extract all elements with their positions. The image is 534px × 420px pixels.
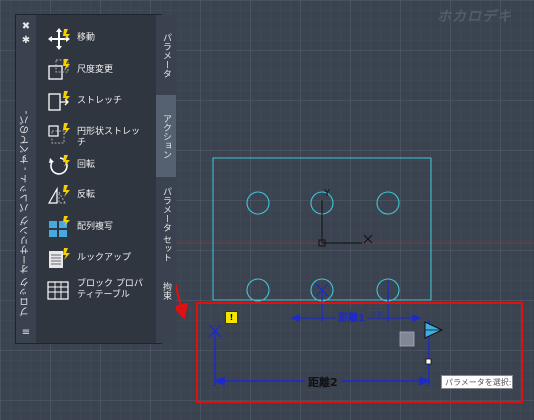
palette-title: ブロック オーサリング パレット - すべてのパレット <box>20 111 31 316</box>
move-icon <box>48 28 70 50</box>
tab-parameter-sets[interactable]: パラメータ セット <box>156 181 176 267</box>
rotate-icon <box>49 155 70 175</box>
tool-label: 配列複写 <box>77 222 114 232</box>
tool-label: ストレッチ <box>77 96 123 106</box>
scale-icon <box>48 59 70 80</box>
close-icon[interactable]: ✖ <box>20 21 32 33</box>
tool-scale[interactable]: 尺度変更 <box>44 55 144 83</box>
tool-label: 反転 <box>77 190 96 200</box>
distance2-label[interactable]: 距離2 <box>305 374 341 390</box>
tool-rotate[interactable]: 回転 <box>44 151 144 179</box>
tool-label: 移動 <box>77 33 96 43</box>
stretch-icon <box>48 91 70 111</box>
command-tooltip: パラメータを選択: <box>441 375 513 389</box>
watermark: ホカロデキ <box>437 9 512 25</box>
tool-label: 回転 <box>77 160 96 170</box>
grip-square <box>425 358 432 365</box>
distance1-label[interactable]: 距離1 <box>336 309 367 324</box>
palette-tabs: パラメータ アクション パラメータ セット 拘束 <box>156 15 176 343</box>
properties-icon[interactable]: ≡ <box>20 327 32 339</box>
tool-flip[interactable]: 反転 <box>44 181 144 209</box>
lookup-icon <box>49 248 70 268</box>
array-icon <box>49 216 70 237</box>
distance1-count: 1 8 <box>372 311 382 318</box>
tool-label: ルックアップ <box>77 253 132 263</box>
autohide-icon[interactable]: ✱ <box>20 35 32 47</box>
tool-polar-stretch[interactable]: 円形状ストレッチ <box>44 119 144 148</box>
polar-stretch-icon <box>48 123 70 144</box>
tool-move[interactable]: 移動 <box>44 25 144 53</box>
tool-block-properties-table[interactable]: ブロック プロパ ティテーブル <box>44 276 144 304</box>
tool-label: 尺度変更 <box>77 65 114 75</box>
lookup-grip-icon <box>399 331 415 347</box>
y-axis-label: Y <box>324 188 331 199</box>
tool-label: 円形状ストレッチ <box>77 127 141 148</box>
tool-lookup[interactable]: ルックアップ <box>44 244 144 272</box>
block-table-icon <box>47 281 69 300</box>
flip-icon <box>47 185 70 204</box>
tool-label: ブロック プロパ ティテーブル <box>77 279 143 300</box>
palette-titlebar[interactable]: ✖ ✱ ≡ ブロック オーサリング パレット - すべてのパレット <box>16 15 36 343</box>
block-authoring-palette: ✖ ✱ ≡ ブロック オーサリング パレット - すべてのパレット 移動 尺度変… <box>15 14 176 344</box>
tool-stretch[interactable]: ストレッチ <box>44 87 144 115</box>
tab-actions[interactable]: アクション <box>156 95 176 177</box>
tab-constraints[interactable]: 拘束 <box>156 271 176 311</box>
tool-array[interactable]: 配列複写 <box>44 213 144 241</box>
warning-icon[interactable]: ! <box>225 311 238 324</box>
tab-parameters[interactable]: パラメータ <box>156 19 176 91</box>
